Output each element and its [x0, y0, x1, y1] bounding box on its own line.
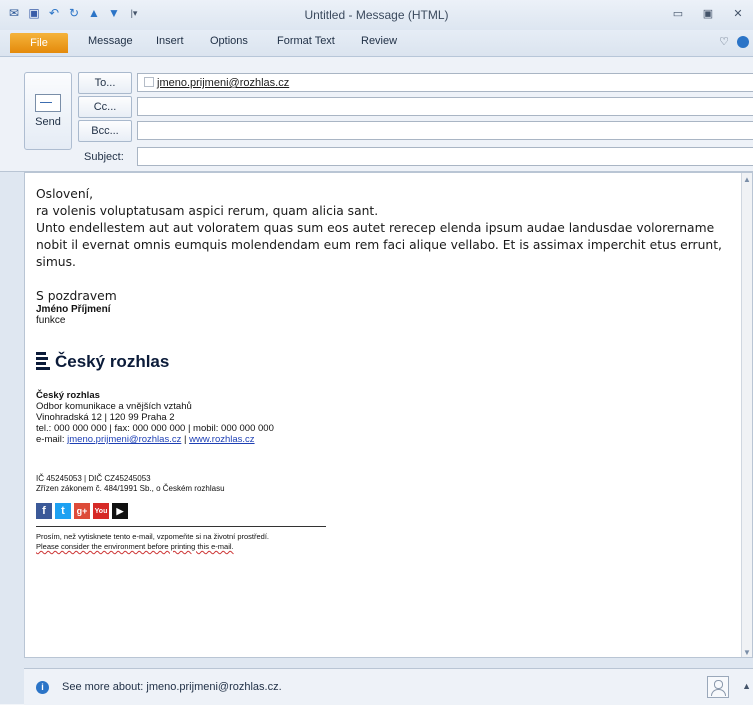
cc-field[interactable] [137, 97, 753, 116]
send-button[interactable]: Send [24, 72, 72, 150]
tab-options[interactable]: Options [210, 35, 248, 47]
compose-header: Send To... jmeno.prijmeni@rozhlas.cz Cc.… [0, 57, 753, 172]
body-line-2: Unto endellestem aut aut voloratem quas … [36, 221, 722, 269]
email-prefix: e-mail: [36, 434, 68, 445]
environment-note: Prosím, než vytisknete tento e-mail, vzp… [36, 532, 269, 552]
person-icon[interactable] [707, 676, 729, 698]
signature-org: Český rozhlas [36, 390, 100, 401]
signature-phones: tel.: 000 000 000 | fax: 000 000 000 | m… [36, 423, 274, 434]
body-text: Oslovení, ra volenis voluptatusam aspici… [36, 186, 738, 305]
google-plus-icon[interactable]: g+ [74, 503, 90, 519]
subject-label: Subject: [84, 151, 124, 163]
tab-review[interactable]: Review [361, 35, 397, 47]
scroll-up-icon[interactable]: ▲ [743, 175, 751, 184]
window-title: Untitled - Message (HTML) [304, 8, 449, 22]
bcc-field[interactable] [137, 121, 753, 140]
expand-ribbon-icon[interactable]: ♡ [719, 35, 729, 48]
info-icon: i [36, 681, 49, 694]
environment-note-cz: Prosím, než vytisknete tento e-mail, vzp… [36, 532, 270, 541]
signature-contact: e-mail: jmeno.prijmeni@rozhlas.cz | www.… [36, 434, 274, 445]
email-link[interactable]: jmeno.prijmeni@rozhlas.cz [67, 434, 181, 445]
see-more-about-text: See more about: jmeno.prijmeni@rozhlas.c… [62, 681, 282, 693]
cc-button[interactable]: Cc... [78, 96, 132, 118]
help-icon[interactable] [737, 35, 749, 48]
signature-role: funkce [36, 315, 66, 326]
to-field[interactable]: jmeno.prijmeni@rozhlas.cz [137, 73, 753, 92]
signature-legal: IČ 45245053 | DIČ CZ45245053 Zřízen záko… [36, 474, 225, 493]
environment-note-en: Please consider the environment before p… [36, 542, 234, 551]
facebook-icon[interactable]: f [36, 503, 52, 519]
send-icon [35, 94, 61, 112]
to-button[interactable]: To... [78, 72, 132, 94]
logo-mark-icon [36, 351, 50, 373]
closing: S pozdravem [36, 289, 117, 303]
tab-message[interactable]: Message [88, 35, 133, 47]
subject-field[interactable] [137, 147, 753, 166]
body-line-1: ra volenis voluptatusam aspici rerum, qu… [36, 204, 379, 218]
expand-people-pane-icon[interactable]: ▲ [742, 681, 751, 691]
cesky-rozhlas-logo: Český rozhlas [36, 351, 169, 373]
web-link[interactable]: www.rozhlas.cz [189, 434, 254, 445]
message-body[interactable]: Oslovení, ra volenis voluptatusam aspici… [24, 172, 753, 658]
link-separator: | [181, 434, 190, 445]
signature-name: Jméno Příjmení [36, 304, 111, 315]
minimize-icon[interactable]: ▭ [663, 4, 693, 22]
social-icons: f t g+ You ▶ [36, 503, 128, 519]
vertical-scrollbar[interactable]: ▲ ▼ [741, 173, 752, 657]
twitter-icon[interactable]: t [55, 503, 71, 519]
window-controls: ▭ ▣ ✕ [663, 4, 753, 22]
to-recipient[interactable]: jmeno.prijmeni@rozhlas.cz [157, 77, 289, 89]
message-window: ✉ ▣ ↶ ↻ ▲ ▼ |▾ Untitled - Message (HTML)… [0, 0, 753, 705]
signature-address: Český rozhlas Odbor komunikace a vnějšíc… [36, 390, 274, 445]
send-label: Send [35, 116, 61, 128]
recipient-checkbox-icon [144, 77, 154, 87]
tab-format-text[interactable]: Format Text [277, 35, 335, 47]
signature-dept: Odbor komunikace a vnějších vztahů [36, 401, 192, 412]
people-pane-bar: i See more about: jmeno.prijmeni@rozhlas… [24, 668, 753, 705]
signature-name-block: Jméno Příjmení funkce [36, 304, 110, 326]
title-bar: ✉ ▣ ↶ ↻ ▲ ▼ |▾ Untitled - Message (HTML)… [0, 0, 753, 30]
tab-insert[interactable]: Insert [156, 35, 184, 47]
signature-divider [36, 526, 326, 527]
bcc-button[interactable]: Bcc... [78, 120, 132, 142]
ribbon-tabs: File Message Insert Options Format Text … [0, 30, 753, 57]
greeting: Oslovení, [36, 187, 93, 201]
signature-ico: IČ 45245053 | DIČ CZ45245053 [36, 474, 151, 483]
play-icon[interactable]: ▶ [112, 503, 128, 519]
tab-file[interactable]: File [10, 33, 68, 53]
signature-law: Zřízen zákonem č. 484/1991 Sb., o Českém… [36, 483, 225, 493]
ribbon-right-controls: ♡ [719, 35, 749, 48]
signature-street: Vinohradská 12 | 120 99 Praha 2 [36, 412, 175, 423]
youtube-icon[interactable]: You [93, 503, 109, 519]
scroll-down-icon[interactable]: ▼ [743, 648, 751, 657]
logo-text: Český rozhlas [55, 352, 170, 371]
close-icon[interactable]: ✕ [723, 4, 753, 22]
maximize-icon[interactable]: ▣ [693, 4, 723, 22]
